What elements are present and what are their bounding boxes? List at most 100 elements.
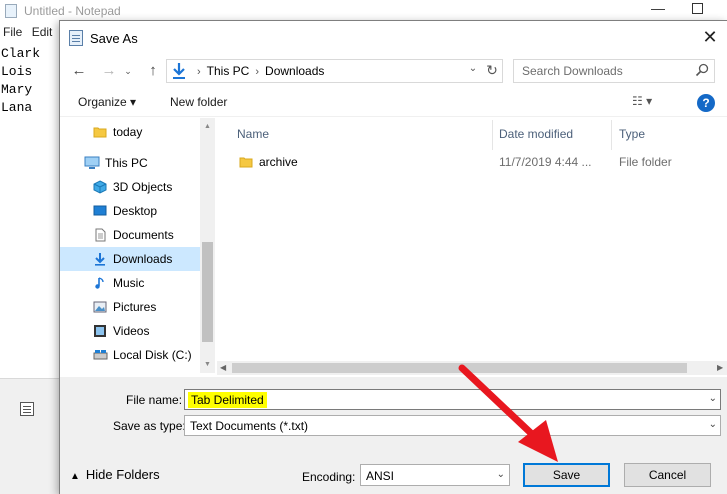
nav-item-label: 3D Objects	[113, 180, 173, 194]
notepad-statusbar	[0, 378, 60, 494]
recent-locations-chevron-icon[interactable]: ⌄	[122, 61, 134, 81]
nav-item-desktop[interactable]: Desktop	[60, 199, 200, 223]
file-list: Name Date modified Type archive 11/7/201…	[217, 118, 727, 373]
notepad-text-area[interactable]: Clark Lois Mary Lana	[1, 45, 40, 117]
nav-item-label: today	[113, 125, 143, 139]
picture-icon	[93, 300, 108, 314]
up-arrow-icon[interactable]: ↑	[143, 61, 163, 81]
video-icon	[93, 324, 108, 338]
document-icon	[93, 228, 108, 242]
column-header-date-modified[interactable]: Date modified	[499, 127, 573, 141]
nav-item-label: This PC	[105, 156, 148, 170]
scroll-up-icon[interactable]: ▲	[200, 120, 215, 134]
column-header-name[interactable]: Name	[237, 127, 269, 141]
navpane-scroll-thumb[interactable]	[202, 242, 213, 342]
hide-folders-button[interactable]: ▲ Hide Folders	[70, 467, 160, 482]
nav-item-label: Pictures	[113, 300, 157, 314]
notepad-icon	[5, 4, 17, 18]
search-icon[interactable]	[695, 63, 709, 77]
menu-edit[interactable]: Edit	[29, 25, 56, 39]
chevron-down-icon[interactable]: ⌄	[709, 393, 717, 404]
file-date: 11/7/2019 4:44 ...	[499, 155, 592, 169]
nav-item-label: Downloads	[113, 252, 173, 266]
chevron-down-icon[interactable]: ⌄	[709, 419, 717, 430]
breadcrumb-separator[interactable]: ›	[255, 66, 259, 78]
nav-item-downloads[interactable]: Downloads	[60, 247, 200, 271]
nav-item-local-disk[interactable]: Local Disk (C:)	[60, 343, 200, 367]
save-options-area: File name: Tab Delimited ⌄ Save as type:…	[60, 377, 727, 494]
cancel-button[interactable]: Cancel	[624, 463, 711, 487]
text-line: Lana	[1, 100, 33, 115]
nav-item-3d-objects[interactable]: 3D Objects	[60, 175, 200, 199]
breadcrumb-downloads[interactable]: Downloads	[265, 64, 324, 78]
filename-label: File name:	[126, 393, 183, 407]
text-line: Clark	[1, 46, 41, 61]
file-type: File folder	[619, 155, 672, 169]
column-divider[interactable]	[492, 120, 493, 150]
notepad-menubar: File Edit	[0, 25, 55, 45]
file-name: archive	[259, 155, 298, 169]
text-line: Lois	[1, 64, 33, 79]
folder-icon	[93, 125, 108, 139]
dialog-titlebar: Save As ✕	[60, 21, 727, 55]
encoding-label: Encoding:	[302, 470, 356, 484]
address-row: ← → ⌄ ↑ › This PC › Downloads ⌄ ↻	[60, 55, 727, 87]
nav-item-documents[interactable]: Documents	[60, 223, 200, 247]
nav-item-label: Desktop	[113, 204, 158, 218]
view-options-icon[interactable]: ☷ ▾	[632, 94, 668, 112]
scroll-right-icon[interactable]: ▶	[717, 361, 723, 375]
nav-item-music[interactable]: Music	[60, 271, 200, 295]
notepad-icon	[69, 30, 83, 46]
nav-item-label: Music	[113, 276, 145, 290]
new-folder-button[interactable]: New folder	[170, 95, 227, 109]
encoding-value: ANSI	[366, 469, 395, 483]
scroll-down-icon[interactable]: ▼	[200, 358, 215, 372]
address-bar[interactable]: › This PC › Downloads ⌄ ↻	[166, 59, 503, 83]
breadcrumb: › This PC › Downloads	[191, 64, 324, 78]
nav-item-videos[interactable]: Videos	[60, 319, 200, 343]
scroll-left-icon[interactable]: ◀	[220, 361, 226, 375]
breadcrumb-separator[interactable]: ›	[197, 66, 201, 78]
close-icon[interactable]: ✕	[698, 27, 722, 49]
nav-item-label: Videos	[113, 324, 150, 338]
search-box[interactable]	[513, 59, 715, 83]
save-as-dialog: Save As ✕ ← → ⌄ ↑ › This PC › Downloads ⌄ ↻…	[59, 20, 727, 494]
minimize-icon[interactable]: —	[645, 0, 671, 22]
desktop-icon	[93, 204, 108, 218]
nav-item-label: Local Disk (C:)	[113, 348, 192, 362]
dialog-title: Save As	[90, 31, 138, 46]
notepad-titlebar: Untitled - Notepad —	[0, 0, 727, 22]
menu-file[interactable]: File	[0, 25, 25, 39]
column-divider[interactable]	[611, 120, 612, 150]
notepad-status-icon	[20, 402, 34, 416]
forward-arrow-icon[interactable]: →	[99, 61, 119, 81]
text-line: Mary	[1, 82, 33, 97]
red-arrow-annotation	[458, 364, 558, 462]
download-icon	[93, 252, 108, 266]
chevron-up-icon: ▲	[70, 471, 80, 482]
folder-icon	[239, 155, 253, 169]
breadcrumb-this-pc[interactable]: This PC	[207, 64, 250, 78]
column-header-type[interactable]: Type	[619, 127, 645, 141]
nav-item-pictures[interactable]: Pictures	[60, 295, 200, 319]
music-icon	[93, 276, 108, 290]
nav-item-label: Documents	[113, 228, 174, 242]
organize-button[interactable]: Organize ▾	[78, 95, 136, 109]
hide-folders-label: Hide Folders	[85, 467, 160, 482]
computer-icon	[84, 156, 100, 170]
save-as-type-label: Save as type:	[113, 419, 186, 433]
navigation-pane: today This PC 3D Objects Desktop Documen…	[60, 118, 215, 373]
nav-item-this-pc[interactable]: This PC	[60, 151, 200, 175]
file-row[interactable]: archive 11/7/2019 4:44 ... File folder	[217, 151, 727, 173]
chevron-down-icon[interactable]: ⌄	[466, 63, 480, 74]
filename-value: Tab Delimited	[188, 392, 267, 408]
help-icon[interactable]: ?	[697, 94, 715, 112]
back-arrow-icon[interactable]: ←	[69, 61, 89, 81]
refresh-icon[interactable]: ↻	[484, 62, 500, 79]
search-input[interactable]	[522, 63, 687, 79]
save-as-type-value: Text Documents (*.txt)	[190, 419, 309, 433]
nav-item-today[interactable]: today	[60, 120, 200, 144]
download-icon	[172, 62, 186, 80]
disk-icon	[93, 348, 108, 362]
maximize-icon[interactable]	[692, 3, 703, 14]
